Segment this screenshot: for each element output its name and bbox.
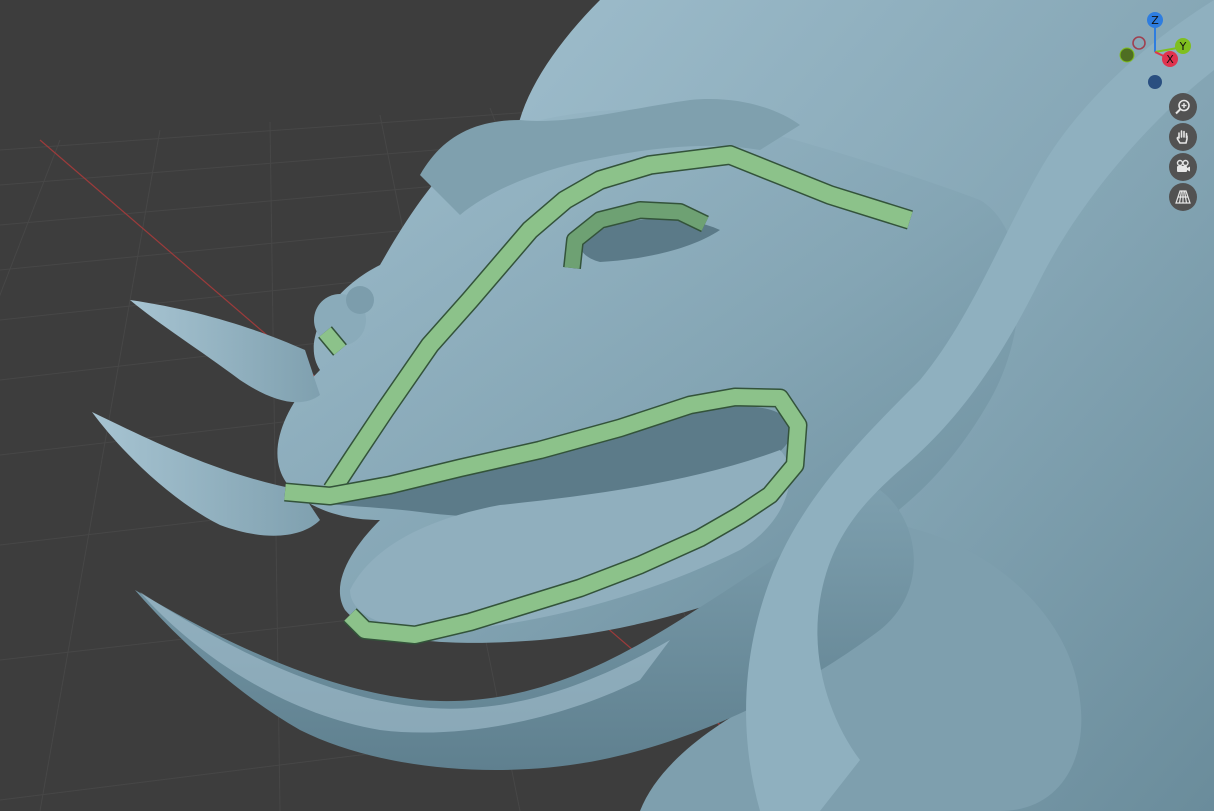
sculpt-mesh[interactable] [92, 0, 1214, 811]
zoom-button[interactable] [1169, 93, 1197, 121]
perspective-toggle-button[interactable] [1169, 183, 1197, 211]
zoom-icon [1175, 99, 1190, 115]
gizmo-neg-z[interactable] [1148, 75, 1162, 89]
camera-icon [1176, 159, 1190, 172]
pan-button[interactable] [1169, 123, 1197, 151]
hand-pan-icon [1176, 130, 1188, 144]
gizmo-y-label: Y [1179, 40, 1187, 53]
camera-view-button[interactable] [1169, 153, 1197, 181]
perspective-grid-icon [1175, 190, 1191, 204]
gizmo-neg-y[interactable] [1119, 47, 1135, 63]
3d-viewport[interactable]: Z Y X [0, 0, 1214, 811]
gizmo-z-label: Z [1151, 14, 1159, 27]
gizmo-x-label: X [1166, 53, 1174, 66]
nostril-strip[interactable] [318, 326, 347, 356]
